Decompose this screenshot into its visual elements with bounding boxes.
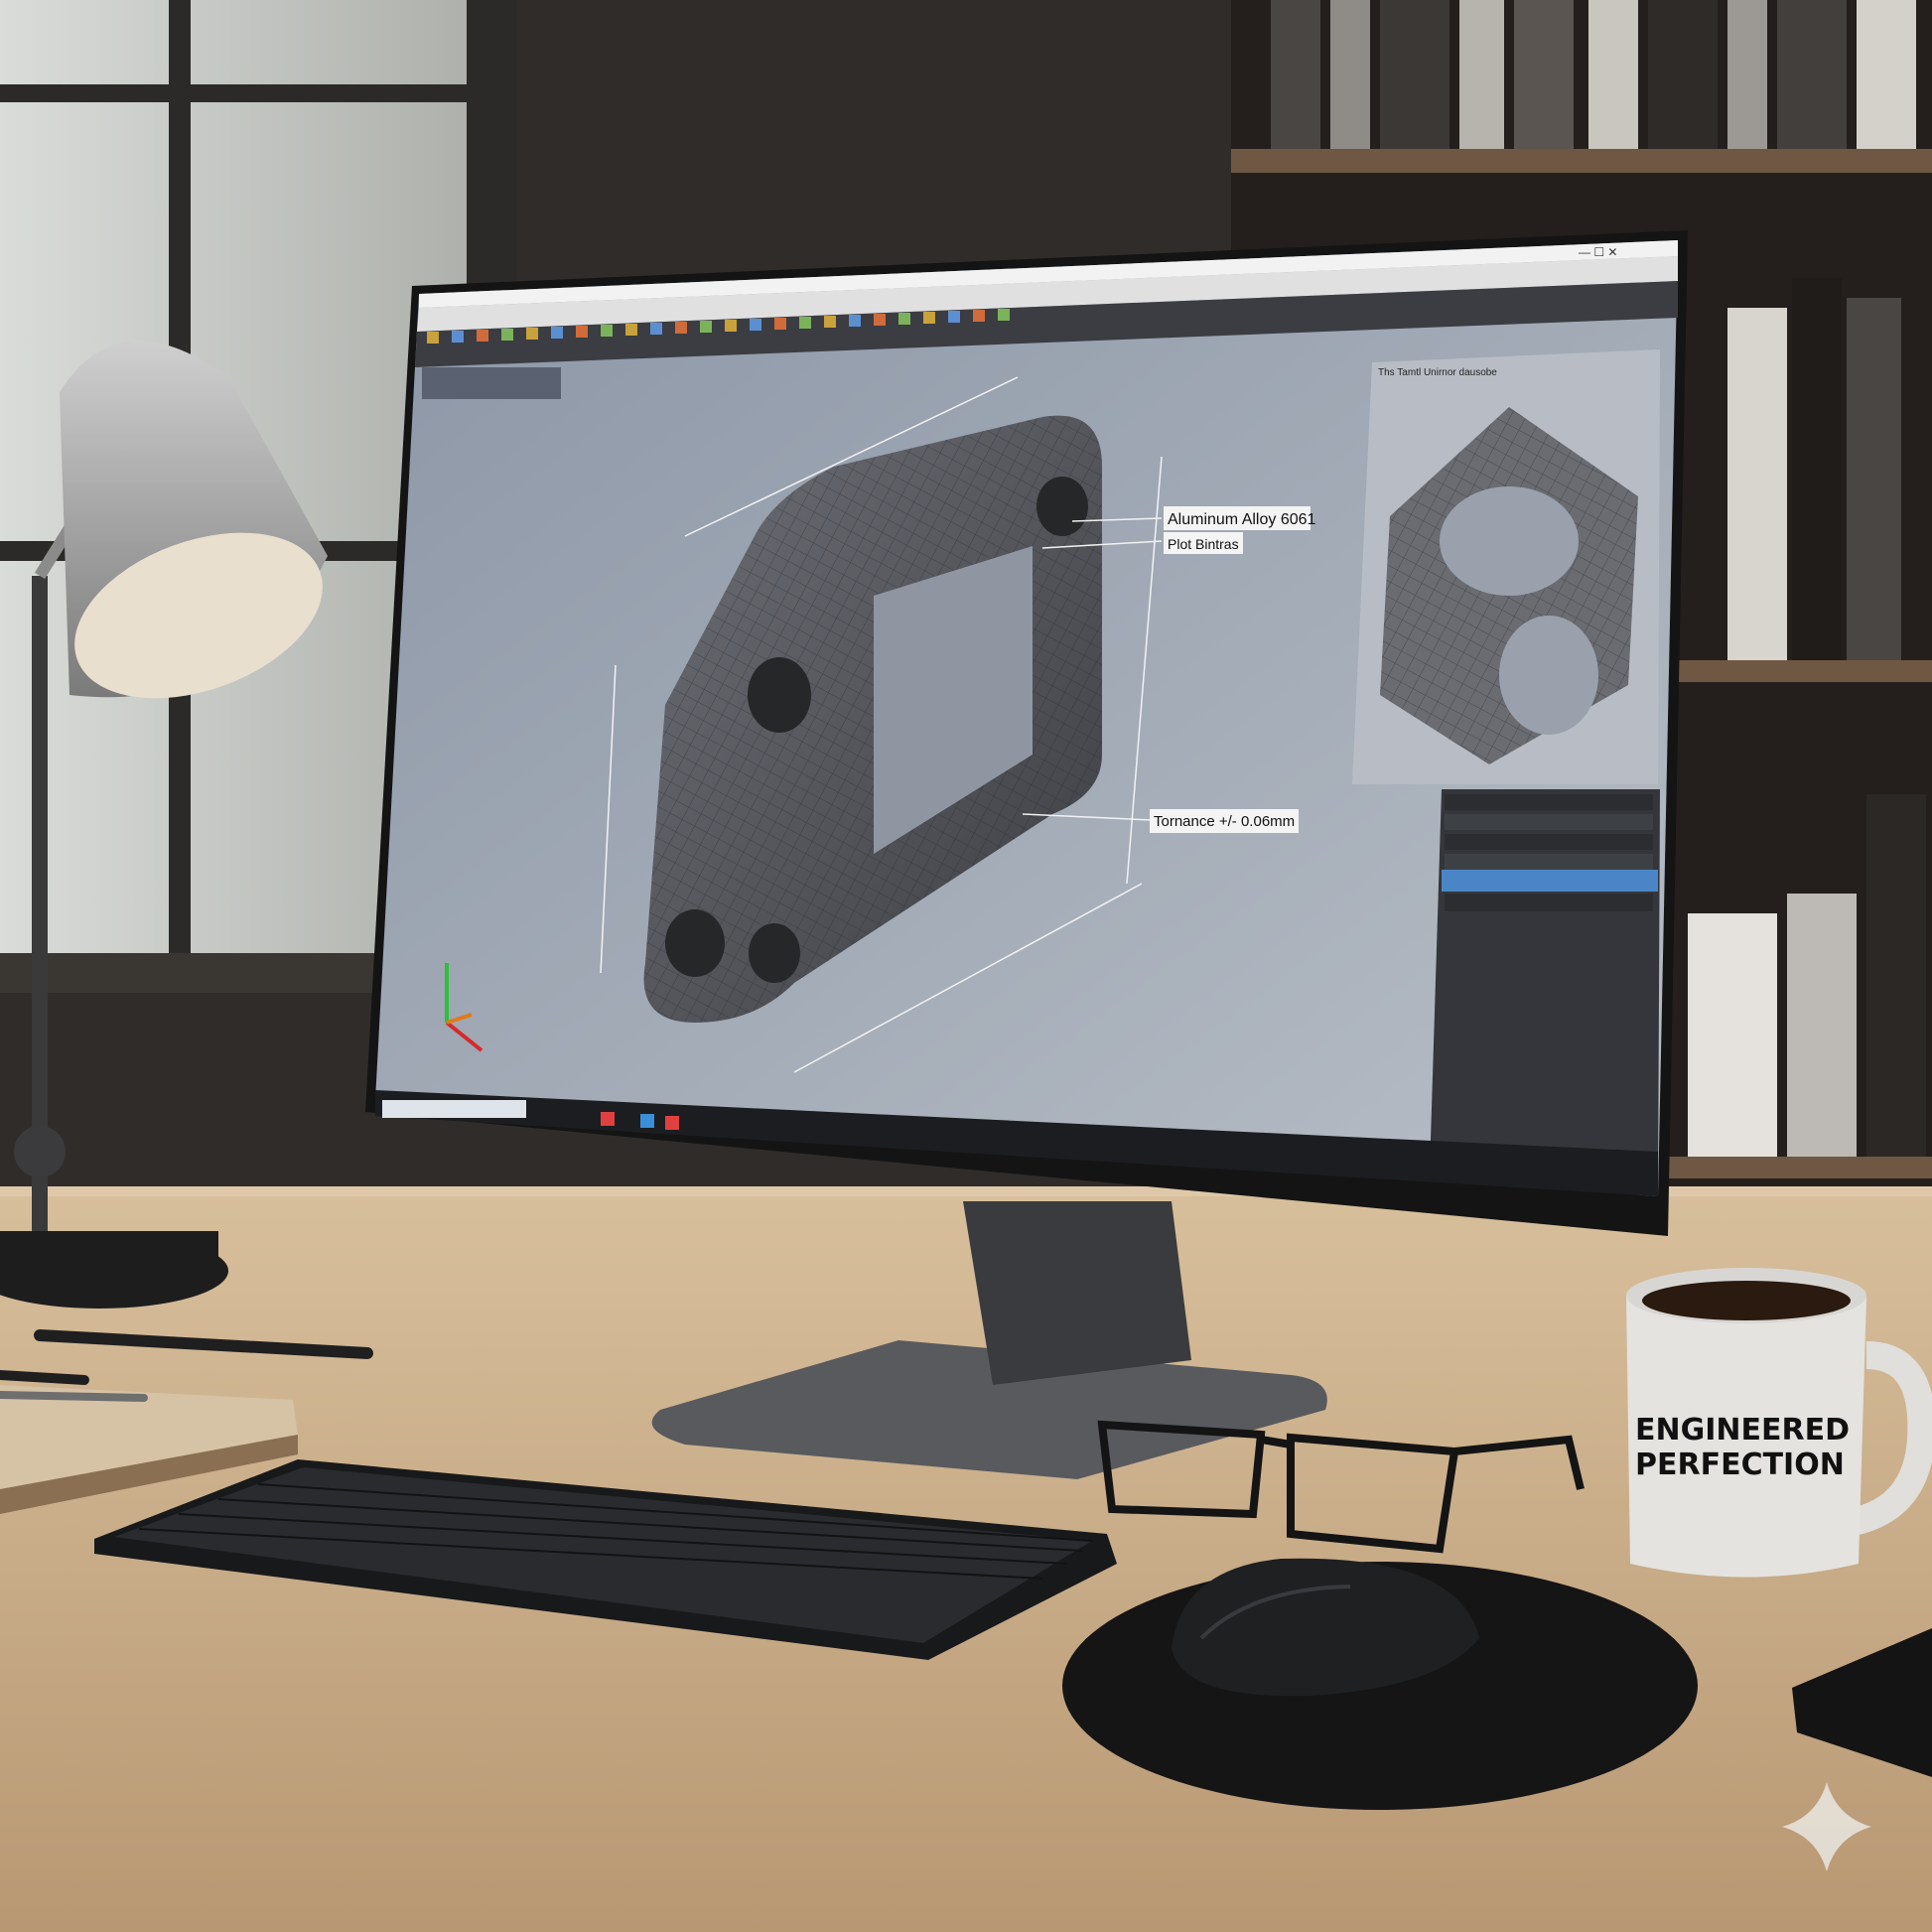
svg-text:Ths Tamtl Unirnor dausobe: Ths Tamtl Unirnor dausobe [1378,367,1497,378]
taskbar-search-box[interactable] [382,1100,526,1118]
bolt-hole-3 [749,923,800,983]
taskbar-app-icon[interactable] [665,1116,679,1130]
preview-panel[interactable]: Ths Tamtl Unirnor dausobe [1352,349,1660,784]
svg-text:Plot Bintras: Plot Bintras [1168,536,1239,552]
taskbar-app-icon[interactable] [601,1112,615,1126]
bolt-hole-1 [748,657,811,733]
callout-secondary: Plot Bintras [1164,532,1243,554]
svg-text:Tornance +/- 0.06mm: Tornance +/- 0.06mm [1154,813,1295,830]
svg-text:Aluminum Alloy 6061: Aluminum Alloy 6061 [1168,511,1316,528]
tree-item[interactable] [1445,834,1653,850]
tree-item[interactable] [1445,894,1653,911]
tree-item[interactable] [1445,794,1653,810]
office-desk-scene: — ☐ ✕ Aluminum Alloy 6061 Plot Bintras T… [0,0,1932,1932]
bolt-hole-4 [1036,477,1088,536]
cad-application-window: — ☐ ✕ Aluminum Alloy 6061 Plot Bintras T… [375,240,1678,1196]
window-controls[interactable]: — ☐ ✕ [1579,245,1617,259]
tree-item-selected[interactable] [1442,870,1658,892]
tree-item[interactable] [1445,814,1653,830]
mug-print-line2: PERFECTION [1635,1448,1845,1482]
view-thumbnails[interactable] [422,367,561,399]
mug-print-line1: ENGINEERED [1635,1413,1850,1448]
bolt-hole-2 [665,909,725,977]
tree-item[interactable] [1445,854,1653,870]
callout-tolerance: Tornance +/- 0.06mm [1150,809,1299,833]
property-panel[interactable] [1430,789,1660,1196]
callout-material: Aluminum Alloy 6061 [1164,506,1316,530]
taskbar-app-icon[interactable] [640,1114,654,1128]
